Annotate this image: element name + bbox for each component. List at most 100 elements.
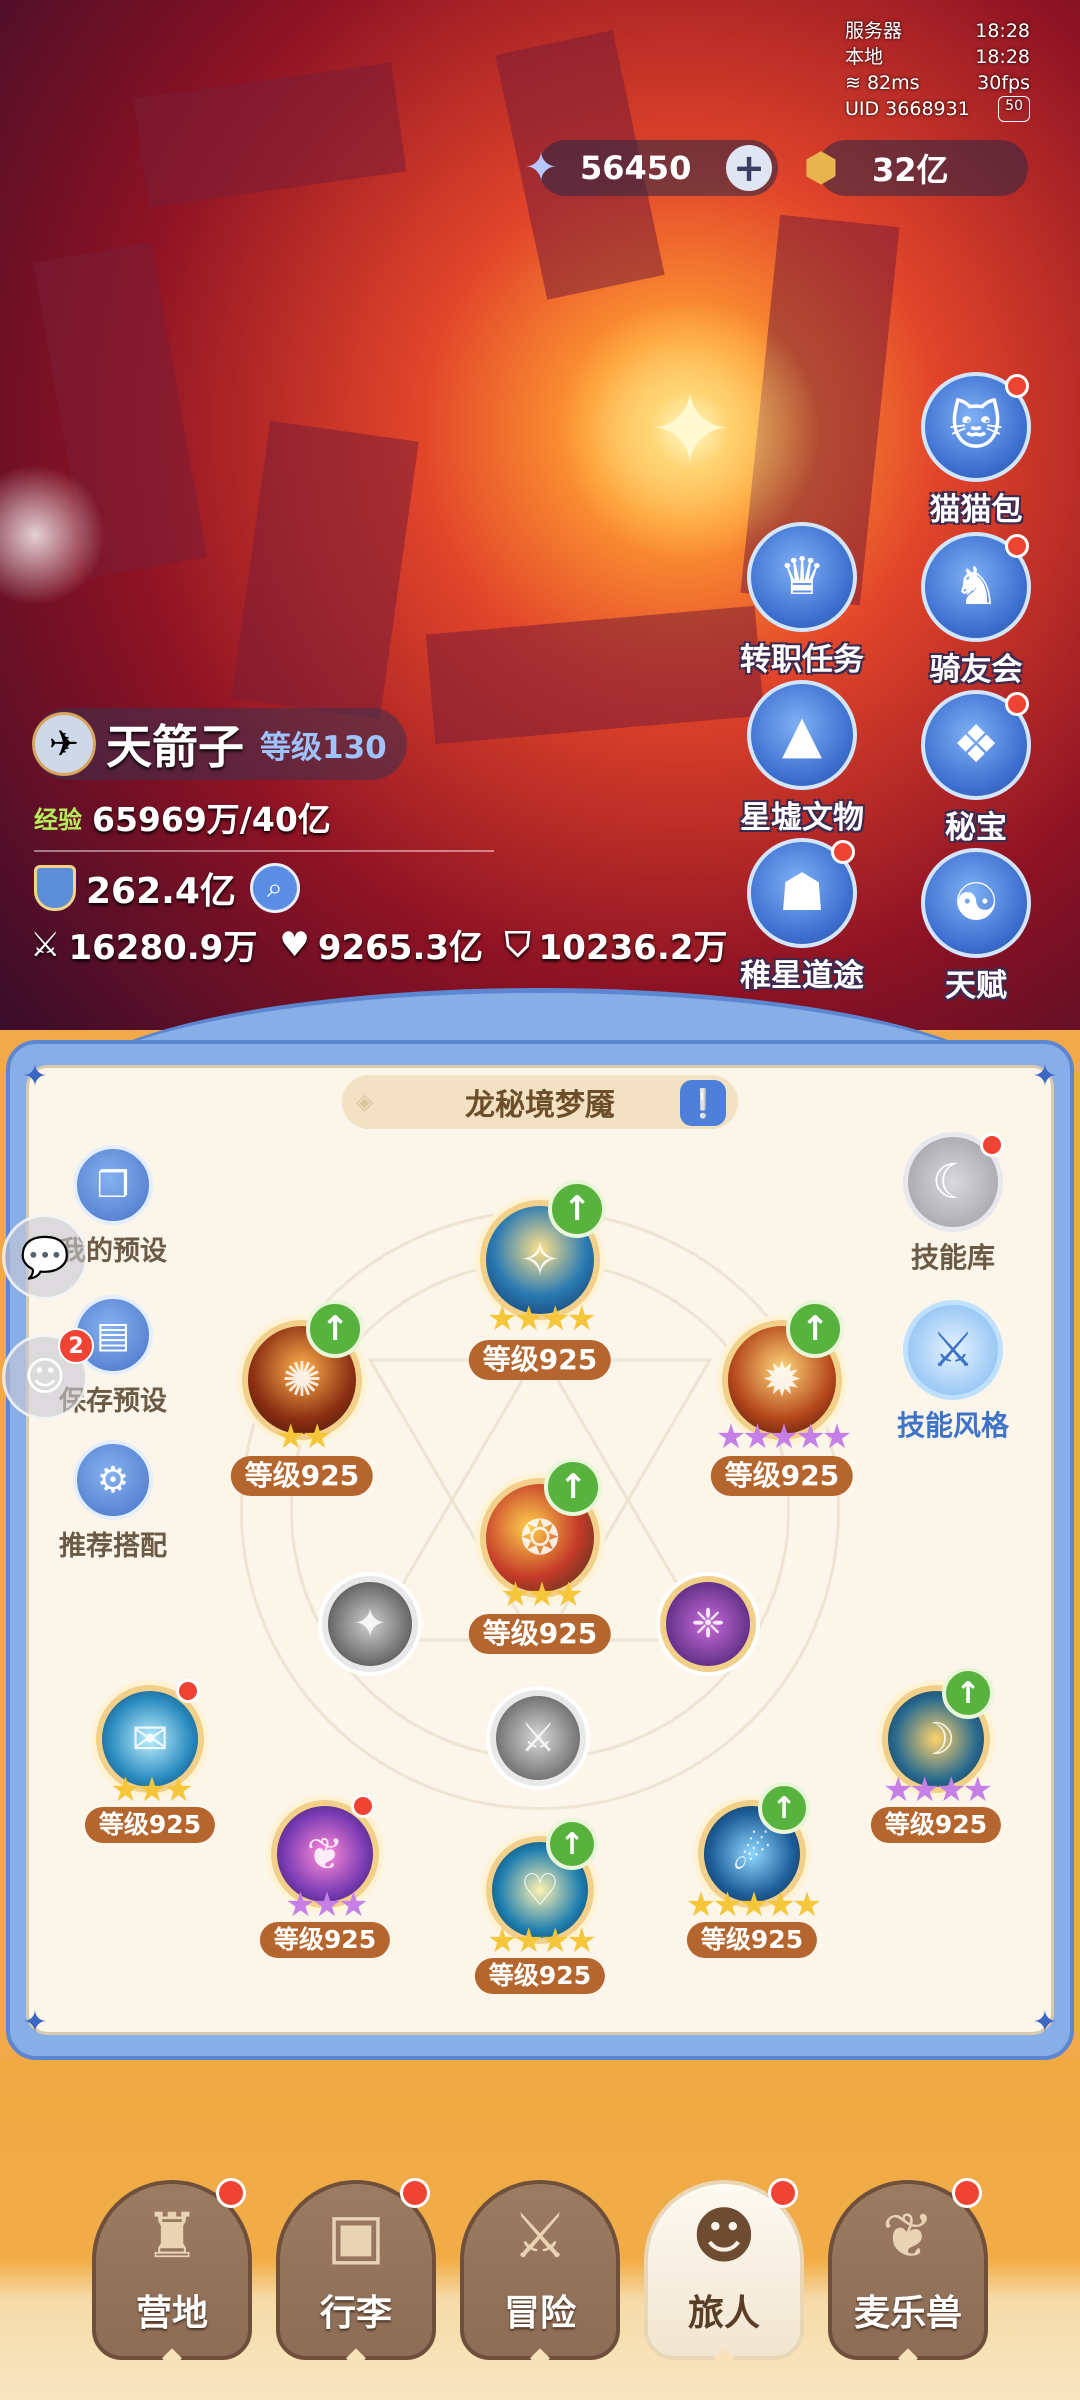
corner-star-icon: ✦ <box>22 2005 48 2040</box>
upgrade-arrow-icon[interactable]: ↑ <box>548 1180 606 1238</box>
skill-slot[interactable]: ♡ ↑ ★★★★ 等级925 <box>474 1818 606 2006</box>
upgrade-arrow-icon[interactable]: ↑ <box>786 1300 844 1358</box>
skill-style-button[interactable]: ⚔ 技能风格 <box>858 1300 1048 1444</box>
fps-value: 30fps <box>977 72 1030 94</box>
upgrade-arrow-icon[interactable]: ↑ <box>758 1782 810 1834</box>
star-currency-bar: ✦ 56450 + <box>524 140 778 196</box>
power-row: 262.4亿 ⌕ <box>34 862 300 914</box>
info-book-button[interactable]: ❕ <box>680 1080 726 1126</box>
heart-icon: ♥ <box>279 924 310 965</box>
mountain-relic-icon: ▲ <box>747 680 857 790</box>
skill-level: 等级925 <box>710 1456 854 1496</box>
hooded-figure-icon: ☗ <box>747 838 857 948</box>
recommend-button[interactable]: ⚙ 推荐搭配 <box>28 1440 198 1563</box>
skill-slot-locked[interactable]: ⚔ <box>490 1690 590 1790</box>
nav-traveler-label: 旅人 <box>687 2293 760 2334</box>
class-emblem-icon: ✈ <box>32 712 96 776</box>
local-label: 本地 <box>845 46 884 68</box>
uid-value: UID 3668931 <box>845 98 970 120</box>
diamond-icon: ◆ <box>714 2342 734 2372</box>
diamond-icon: ◆ <box>530 2342 550 2372</box>
nav-traveler[interactable]: ☻ 旅人 ◆ <box>644 2178 804 2372</box>
rider-club-button[interactable]: ♞ 骑友会 <box>896 532 1056 689</box>
power-value: 262.4亿 <box>86 871 236 912</box>
talent-label: 天赋 <box>945 968 1007 1004</box>
fox-pet-icon: ❦ <box>882 2199 934 2272</box>
skill-slot[interactable]: ❈ <box>660 1576 760 1676</box>
job-quest-label: 转职任务 <box>740 642 864 678</box>
star-crystal-icon: ✦ <box>524 145 558 191</box>
sword-leaf-icon: ⚔ <box>903 1300 1003 1400</box>
star-currency-value: 56450 <box>580 149 692 187</box>
nav-adventure[interactable]: ⚔ 冒险 ◆ <box>460 2180 620 2372</box>
cat-bag-icon: 🐱 <box>921 372 1031 482</box>
upgrade-arrow-icon[interactable]: ↑ <box>306 1300 364 1358</box>
castle-icon: ♜ <box>144 2199 200 2272</box>
server-time: 18:28 <box>975 20 1030 42</box>
character-name-bar[interactable]: ✈ 天箭子 等级130 <box>32 708 407 780</box>
exp-row: 经验 65969万/40亿 <box>34 793 331 841</box>
add-currency-button[interactable]: + <box>726 145 772 191</box>
ping-value: 82ms <box>866 72 920 94</box>
skill-level: 等级925 <box>230 1456 374 1496</box>
nav-luggage[interactable]: ▣ 行李 ◆ <box>276 2178 436 2372</box>
recommend-gear-icon: ⚙ <box>73 1440 153 1520</box>
skill-slot[interactable]: ❦ ★★★ 等级925 <box>259 1794 391 1970</box>
nav-pets[interactable]: ❦ 麦乐兽 ◆ <box>828 2178 988 2372</box>
character-name: 天箭子 <box>106 720 244 774</box>
job-quest-button[interactable]: ♛ 转职任务 <box>722 522 882 679</box>
skill-level: 等级925 <box>259 1922 391 1958</box>
skill-slot[interactable]: ☽ ↑ ★★★★ 等级925 <box>870 1667 1002 1855</box>
notification-dot <box>216 2178 246 2208</box>
diamond-icon: ◆ <box>346 2342 366 2372</box>
skill-level: 等级925 <box>474 1958 606 1994</box>
skill-slot[interactable]: ✧ ↑ ★★★★ 等级925 <box>468 1180 612 1390</box>
star-rating: ★★★★★ <box>685 1885 822 1925</box>
star-rating: ★★★★★ <box>715 1417 852 1457</box>
star-relic-button[interactable]: ▲ 星墟文物 <box>722 680 882 837</box>
sparkle-icon: ✦ <box>648 371 732 488</box>
skill-slot[interactable]: ✉ ★★★ 等级925 <box>84 1679 216 1855</box>
skill-slot[interactable]: ☄ ↑ ★★★★★ 等级925 <box>685 1782 822 1970</box>
nav-adventure-label: 冒险 <box>503 2293 576 2334</box>
skill-library-button[interactable]: ☾ 技能库 <box>858 1132 1048 1276</box>
nav-camp[interactable]: ♜ 营地 ◆ <box>92 2178 252 2372</box>
diamond-icon: ◈ <box>356 1089 373 1115</box>
upgrade-arrow-icon[interactable]: ↑ <box>942 1667 994 1719</box>
skill-level: 等级925 <box>686 1922 818 1958</box>
exp-value: 65969万/40亿 <box>92 800 331 839</box>
skill-slot[interactable]: ✹ ↑ ★★★★★ 等级925 <box>710 1300 854 1510</box>
talent-button[interactable]: ☯ 天赋 <box>896 848 1056 1005</box>
notification-dot <box>176 1679 200 1703</box>
skill-level: 等级925 <box>870 1807 1002 1843</box>
skill-slot-locked[interactable]: ✦ <box>322 1576 422 1676</box>
star-rating: ★★★★ <box>487 1921 597 1961</box>
character-level: 等级130 <box>260 729 387 766</box>
notification-dot <box>400 2178 430 2208</box>
star-path-button[interactable]: ☗ 稚星道途 <box>722 838 882 995</box>
corner-star-icon: ✦ <box>1032 1059 1058 1094</box>
corner-star-icon: ✦ <box>1032 2005 1058 2040</box>
star-rating: ★★★ <box>285 1885 368 1925</box>
upgrade-arrow-icon[interactable]: ↑ <box>546 1818 598 1870</box>
cat-bag-button[interactable]: 🐱 猫猫包 <box>896 372 1056 529</box>
diamond-icon: ◆ <box>898 2342 918 2372</box>
upgrade-arrow-icon[interactable]: ↑ <box>544 1458 602 1516</box>
local-time: 18:28 <box>975 46 1030 68</box>
panel-title: 龙秘境梦魇 <box>465 1088 615 1123</box>
chat-bubble-button[interactable]: 💬 <box>2 1214 88 1300</box>
skill-slot[interactable]: ❂ ↑ ★★★ 等级925 <box>468 1458 612 1668</box>
server-label: 服务器 <box>845 20 903 42</box>
recommend-label: 推荐搭配 <box>59 1531 167 1562</box>
notification-dot <box>952 2178 982 2208</box>
skill-level: 等级925 <box>84 1807 216 1843</box>
treasure-button[interactable]: ❖ 秘宝 <box>896 690 1056 847</box>
shield-icon: ⛉ <box>505 924 531 965</box>
skill-icon: ⚔ <box>490 1690 586 1786</box>
power-shield-icon <box>34 865 76 911</box>
traveler-avatar-icon: ☻ <box>691 2199 757 2272</box>
skill-library-label: 技能库 <box>910 1241 995 1274</box>
search-icon[interactable]: ⌕ <box>249 863 300 913</box>
skill-slot[interactable]: ✺ ↑ ★★ 等级925 <box>230 1300 374 1510</box>
cards-icon: ❐ <box>73 1145 153 1225</box>
